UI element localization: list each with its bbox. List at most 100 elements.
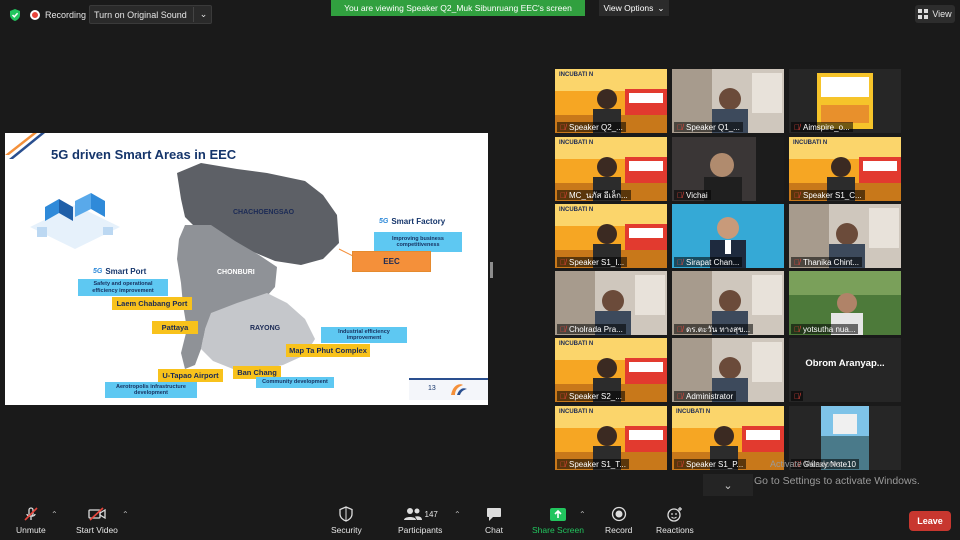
split-view-handle[interactable] <box>490 262 493 278</box>
unmute-button[interactable]: Unmute <box>16 506 46 535</box>
participant-name: Speaker S1_P... <box>686 459 744 469</box>
participant-tile[interactable]: 🎙̸ Aimspire_o... <box>789 69 901 133</box>
province-chonburi: CHONBURI <box>217 269 255 276</box>
chevron-down-icon: ⌄ <box>657 2 665 13</box>
unmute-label: Unmute <box>16 525 46 535</box>
microphone-muted-icon: 🎙̸ <box>560 257 566 267</box>
reactions-button[interactable]: Reactions <box>656 506 694 535</box>
microphone-muted-icon: 🎙̸ <box>560 391 566 401</box>
participant-tile[interactable]: INCUBATI N 🎙̸ Speaker S1_C... <box>789 137 901 201</box>
incubation-banner-text: INCUBATI N <box>676 409 711 415</box>
participant-tile[interactable]: 🎙̸ Administrator <box>672 338 784 402</box>
microphone-muted-icon: 🎙̸ <box>677 324 683 334</box>
recording-label: Recording <box>45 10 87 20</box>
grid-icon <box>918 9 929 19</box>
view-options-label: View Options <box>603 3 654 13</box>
participants-icon <box>403 508 422 520</box>
participant-tile[interactable]: 🎙̸ yotsutha nua... <box>789 271 901 335</box>
pattaya-label: Pattaya <box>152 321 198 334</box>
incubation-banner-text: INCUBATI N <box>559 72 594 78</box>
gallery-page-down-button[interactable]: ⌄ <box>703 474 753 496</box>
chevron-up-icon[interactable]: ⌃ <box>122 510 129 519</box>
shared-screen-slide[interactable]: 5G driven Smart Areas in EEC CHACHOENGSA… <box>5 133 488 405</box>
participant-tile[interactable]: 🎙̸ Speaker Q1_... <box>672 69 784 133</box>
microphone-muted-icon <box>24 507 38 521</box>
participant-name: Speaker S1_I... <box>569 257 625 267</box>
aerotropolis-description: Aerotropolis infrastructure development <box>105 382 197 398</box>
top-bar: Recording Turn on Original Sound ⌄ You a… <box>0 0 960 30</box>
participant-name-tag: 🎙̸ Speaker S1_P... <box>674 459 747 469</box>
video-off-placeholder <box>789 338 901 402</box>
smart-factory-heading: 5G Smart Factory <box>379 217 446 226</box>
participant-tile[interactable]: 🎙̸ ดร.ตะวัน ทางสุข... <box>672 271 784 335</box>
participant-tile[interactable]: INCUBATI N 🎙̸ MC_นภัส อีเล็ก... <box>555 137 667 201</box>
security-button[interactable]: Security <box>331 506 362 535</box>
chevron-up-icon[interactable]: ⌃ <box>579 510 586 519</box>
microphone-muted-icon: 🎙̸ <box>677 122 683 132</box>
5g-city-illustration-icon <box>30 193 120 249</box>
participant-name-tag: 🎙̸ Speaker Q2_... <box>557 122 626 132</box>
incubation-banner-text: INCUBATI N <box>793 140 828 146</box>
participant-tile[interactable]: 🎙̸ Vichai <box>672 137 784 201</box>
reactions-label: Reactions <box>656 525 694 535</box>
activate-windows-watermark: Go to Settings to activate Windows. <box>754 475 920 487</box>
original-sound-label: Turn on Original Sound <box>94 9 187 20</box>
microphone-muted-icon: 🎙̸ <box>560 122 566 132</box>
participant-name: Administrator <box>686 391 734 401</box>
original-sound-button[interactable]: Turn on Original Sound ⌄ <box>89 5 213 24</box>
participant-name: yotsutha nua... <box>803 324 856 334</box>
participant-tile[interactable]: INCUBATI N 🎙̸ Speaker S1_I... <box>555 204 667 268</box>
participant-name-tag: 🎙̸ Vichai <box>674 190 711 200</box>
record-button[interactable]: Record <box>605 506 632 535</box>
participant-tile[interactable]: INCUBATI N 🎙̸ Speaker Q2_... <box>555 69 667 133</box>
chat-bubble-icon <box>486 507 501 521</box>
participant-display-name: Obrom Aranyap... <box>805 358 885 369</box>
chevron-up-icon[interactable]: ⌃ <box>51 510 58 519</box>
participant-name-tag: 🎙̸ Speaker S1_I... <box>557 257 628 267</box>
participant-tile[interactable]: INCUBATI N 🎙̸ Speaker S1_T... <box>555 406 667 470</box>
view-options-button[interactable]: View Options ⌄ <box>599 0 669 16</box>
leave-button[interactable]: Leave <box>909 511 951 531</box>
eec-logo-icon <box>451 384 467 395</box>
participant-tile[interactable]: 🎙̸ Thanika Chint... <box>789 204 901 268</box>
microphone-muted-icon: 🎙̸ <box>677 459 683 469</box>
chevron-down-icon: ⌄ <box>723 479 733 492</box>
participant-tile[interactable]: 🎙̸ Cholrada Pra... <box>555 271 667 335</box>
participant-name: ดร.ตะวัน ทางสุข... <box>686 324 751 334</box>
share-screen-button[interactable]: Share Screen <box>532 506 584 535</box>
start-video-button[interactable]: Start Video <box>76 506 118 535</box>
start-video-label: Start Video <box>76 525 118 535</box>
viewing-banner-text: You are viewing Speaker Q2_Muk Sibunruan… <box>344 3 572 13</box>
participant-name: Speaker S1_T... <box>569 459 626 469</box>
shield-icon <box>339 506 354 522</box>
participant-tile[interactable]: Obrom Aranyap... 🎙̸ <box>789 338 901 402</box>
participant-tile[interactable]: 🎙̸ Sirapat Chan... <box>672 204 784 268</box>
record-label: Record <box>605 525 633 535</box>
meeting-toolbar: Unmute ⌃ Start Video ⌃ Security 147 Part… <box>0 500 960 540</box>
smart-factory-description: Improving business competitiveness <box>374 232 462 252</box>
share-screen-icon <box>549 507 566 521</box>
eec-label: EEC <box>352 251 431 272</box>
microphone-muted-icon: 🎙̸ <box>560 459 566 469</box>
participant-name: Sirapat Chan... <box>686 257 740 267</box>
participant-name: Speaker S2_... <box>569 391 622 401</box>
view-button[interactable]: View <box>915 5 955 23</box>
participants-button[interactable]: 147 Participants <box>398 506 442 535</box>
participant-tile[interactable]: INCUBATI N 🎙̸ Speaker S2_... <box>555 338 667 402</box>
chevron-down-icon[interactable]: ⌄ <box>200 9 208 20</box>
security-label: Security <box>331 525 362 535</box>
participant-tile[interactable]: INCUBATI N 🎙̸ Speaker S1_P... <box>672 406 784 470</box>
participant-name-tag: 🎙̸ Cholrada Pra... <box>557 324 626 334</box>
chevron-up-icon[interactable]: ⌃ <box>454 510 461 519</box>
chat-button[interactable]: Chat <box>485 506 503 535</box>
participant-name-tag: 🎙̸ Speaker S1_T... <box>557 459 629 469</box>
recording-indicator[interactable]: Recording <box>30 6 86 24</box>
microphone-muted-icon: 🎙̸ <box>794 324 800 334</box>
incubation-banner-text: INCUBATI N <box>559 207 594 213</box>
security-shield-icon[interactable] <box>8 8 22 22</box>
recording-dot-icon <box>30 10 40 20</box>
viewing-screen-banner: You are viewing Speaker Q2_Muk Sibunruan… <box>331 0 585 16</box>
view-label: View <box>932 9 952 19</box>
activate-windows-title: Activate Windows <box>770 459 842 469</box>
incubation-banner-text: INCUBATI N <box>559 140 594 146</box>
